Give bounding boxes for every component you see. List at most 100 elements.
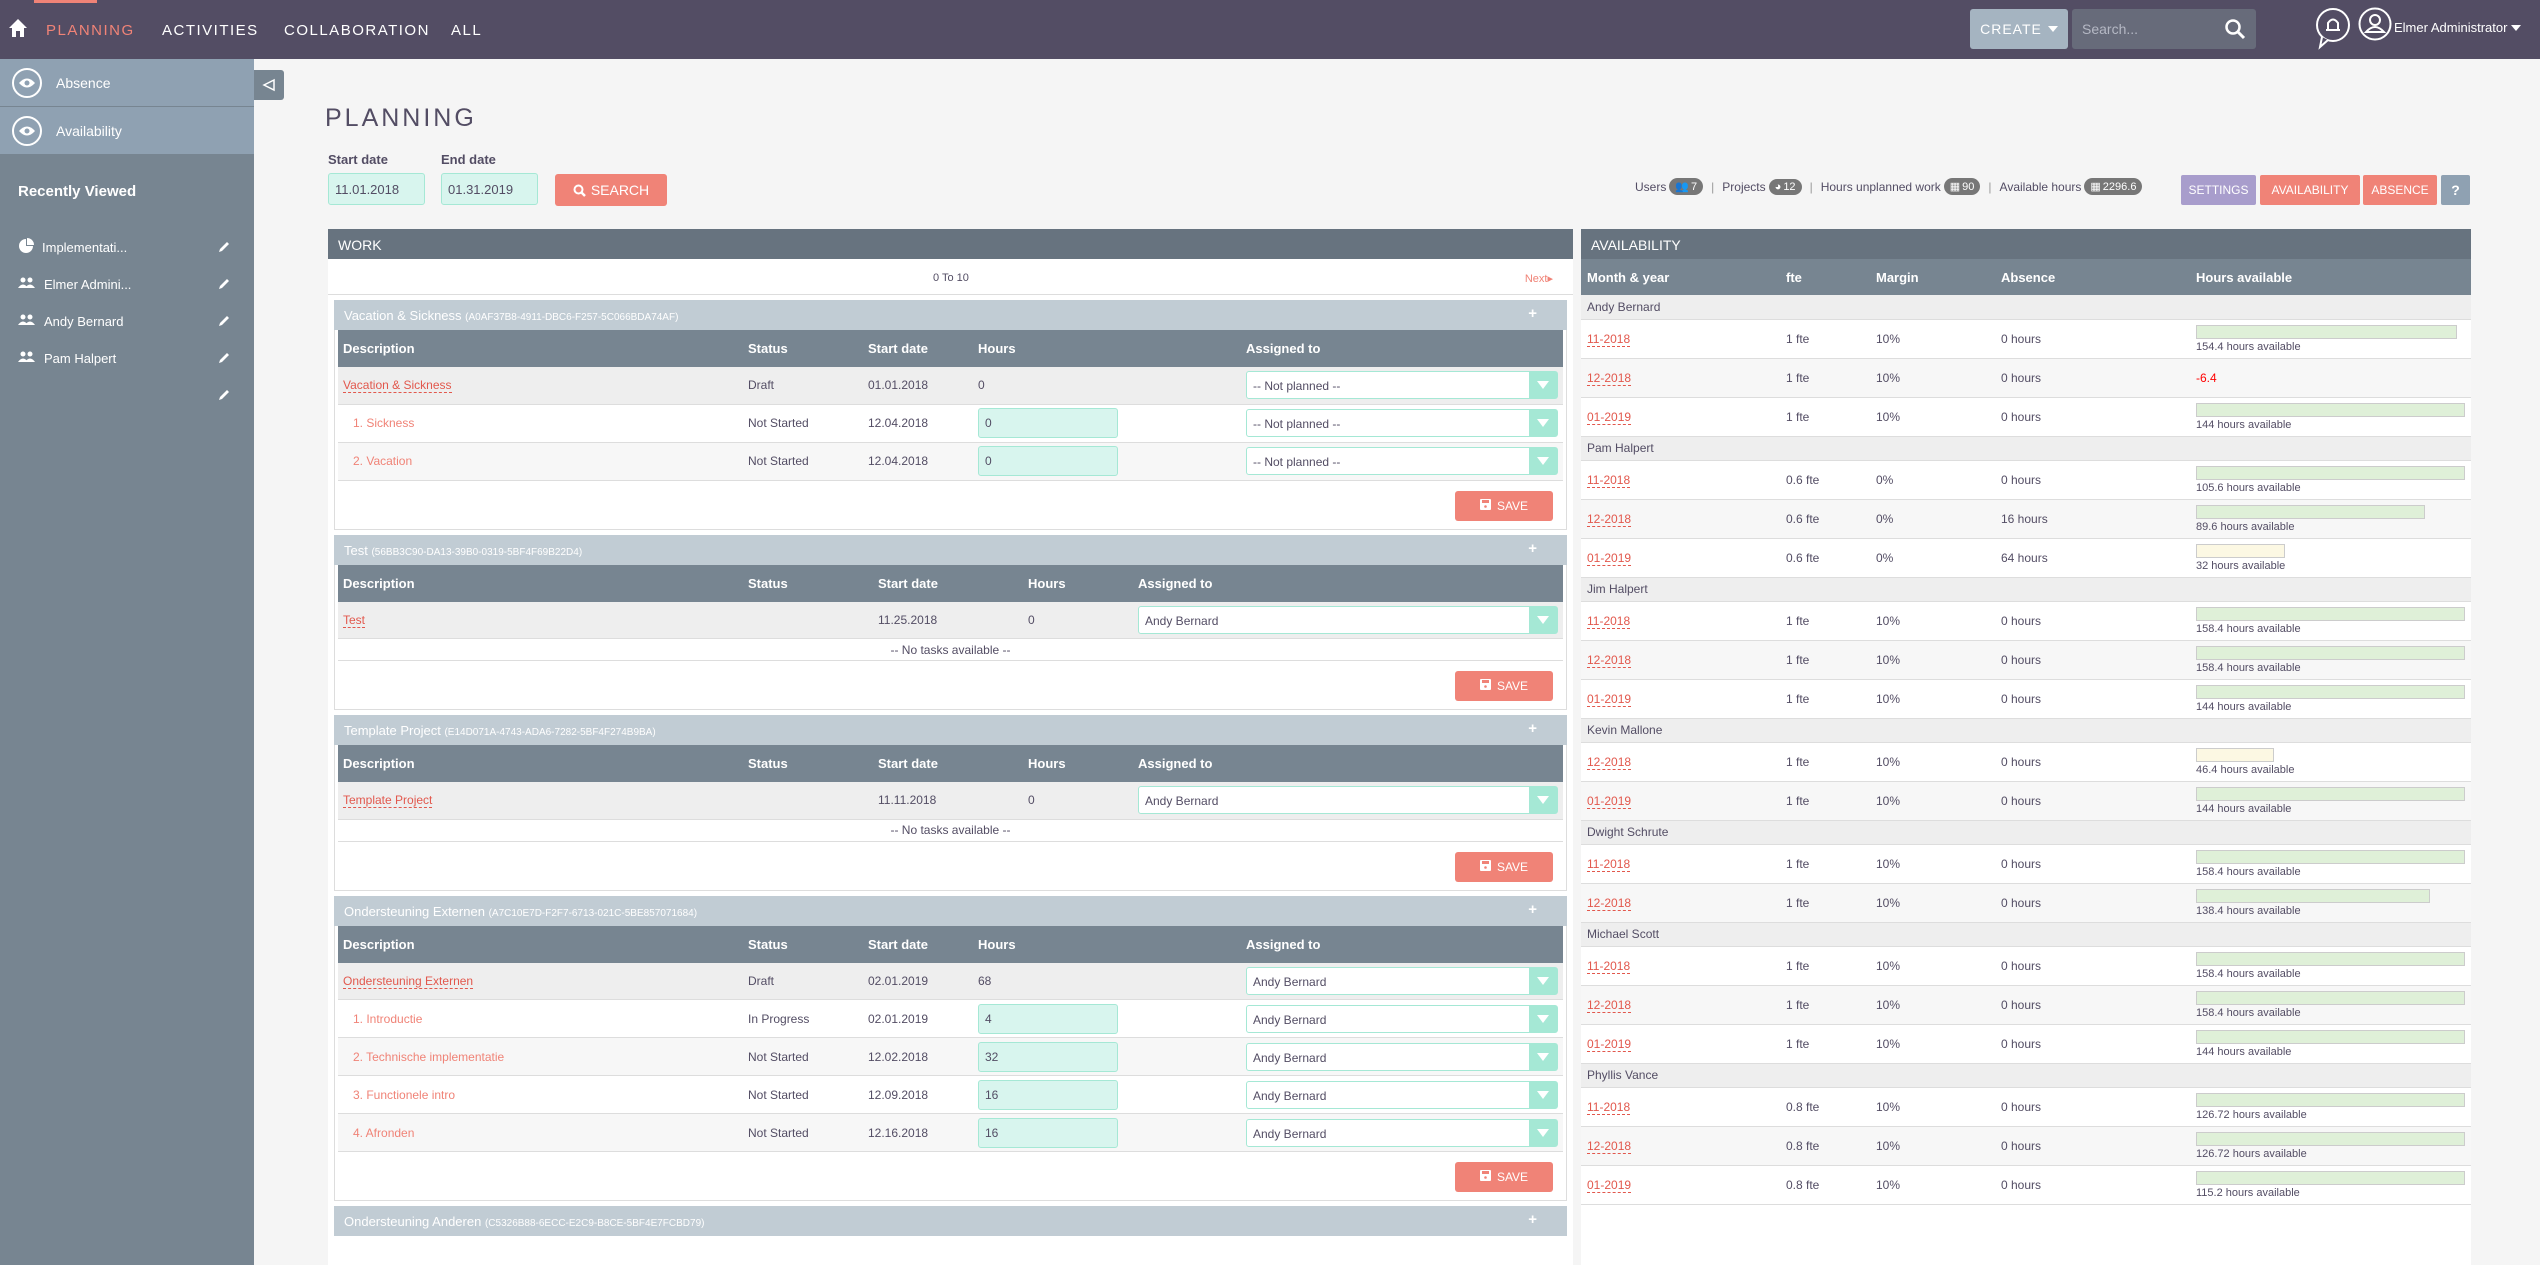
save-button[interactable]: SAVE <box>1455 671 1553 701</box>
sidebar-action-absence[interactable]: Absence <box>0 59 254 107</box>
save-button[interactable]: SAVE <box>1455 490 1553 521</box>
task-link[interactable]: 2. Technische implementatie <box>343 1050 504 1064</box>
availability-button[interactable]: AVAILABILITY <box>2260 175 2360 205</box>
recent-item[interactable] <box>0 377 254 414</box>
month-link[interactable]: 01-2019 <box>1587 793 1632 809</box>
project-header[interactable]: Template Project (E14D071A-4743-ADA6-728… <box>334 715 1567 745</box>
user-menu[interactable]: Elmer Administrator <box>2394 20 2522 35</box>
edit-pencil-icon[interactable] <box>217 388 231 405</box>
hours-input[interactable] <box>978 1003 1118 1034</box>
expand-plus-icon[interactable]: + <box>1528 540 1537 557</box>
sidebar-toggle-button[interactable] <box>254 70 284 100</box>
edit-pencil-icon[interactable] <box>217 314 231 331</box>
settings-button[interactable]: SETTINGS <box>2181 175 2256 205</box>
help-button[interactable]: ? <box>2441 175 2470 205</box>
project-header[interactable]: Ondersteuning Anderen (C5326B88-6ECC-E2C… <box>334 1206 1567 1236</box>
assigned-to-select[interactable]: Andy Bernard <box>1246 1118 1558 1147</box>
task-link[interactable]: 1. Sickness <box>343 416 414 430</box>
expand-plus-icon[interactable]: + <box>1528 901 1537 918</box>
assigned-to-select[interactable]: Andy Bernard <box>1246 1042 1558 1071</box>
project-link[interactable]: Ondersteuning Externen <box>343 973 474 989</box>
hours-input[interactable] <box>978 1079 1118 1110</box>
month-link[interactable]: 01-2019 <box>1587 1177 1632 1193</box>
month-link[interactable]: 01-2019 <box>1587 691 1632 707</box>
month-link[interactable]: 12-2018 <box>1587 1138 1632 1154</box>
sidebar-action-availability[interactable]: Availability <box>0 107 254 155</box>
assigned-to-select[interactable]: Andy Bernard <box>1246 1080 1558 1109</box>
nav-collaboration[interactable]: COLLABORATION <box>284 22 430 39</box>
search-icon[interactable] <box>2224 18 2246 40</box>
month-link[interactable]: 12-2018 <box>1587 754 1632 770</box>
project-link[interactable]: Template Project <box>343 793 433 809</box>
search-button[interactable]: SEARCH <box>555 174 667 206</box>
fte-cell: 1 fte <box>1786 883 1876 923</box>
month-link[interactable]: 12-2018 <box>1587 652 1632 668</box>
assigned-to-select[interactable]: Andy Bernard <box>1246 966 1558 995</box>
edit-pencil-icon[interactable] <box>217 240 231 257</box>
month-link[interactable]: 12-2018 <box>1587 511 1632 527</box>
assigned-to-select[interactable]: Andy Bernard <box>1138 786 1558 815</box>
hours-input[interactable] <box>978 1117 1118 1148</box>
expand-plus-icon[interactable]: + <box>1528 305 1537 322</box>
absence-button[interactable]: ABSENCE <box>2363 175 2437 205</box>
nav-activities[interactable]: ACTIVITIES <box>162 22 259 39</box>
month-link[interactable]: 12-2018 <box>1587 895 1632 911</box>
status-value: Not Started <box>748 416 809 430</box>
assigned-value: Andy Bernard <box>1253 1012 1327 1027</box>
create-button[interactable]: CREATE <box>1970 9 2068 49</box>
end-date-input[interactable] <box>441 173 538 205</box>
assigned-to-select[interactable]: -- Not planned -- <box>1246 371 1558 400</box>
month-link[interactable]: 12-2018 <box>1587 997 1632 1013</box>
project-link[interactable]: Vacation & Sickness <box>343 378 452 394</box>
expand-plus-icon[interactable]: + <box>1528 1211 1537 1228</box>
hours-input[interactable] <box>978 446 1118 476</box>
task-link[interactable]: 1. Introductie <box>343 1012 422 1026</box>
next-page-link[interactable]: Next▸ <box>1525 272 1553 285</box>
assigned-to-select[interactable]: Andy Bernard <box>1246 1004 1558 1033</box>
status-cell: Not Started <box>748 404 868 443</box>
nav-planning[interactable]: PLANNING <box>46 22 135 39</box>
project-header[interactable]: Ondersteuning Externen (A7C10E7D-F2F7-67… <box>334 895 1567 926</box>
month-link[interactable]: 01-2019 <box>1587 1036 1632 1052</box>
start-date-input[interactable] <box>328 173 425 205</box>
availability-row: 12-2018 0.8 fte 10% 0 hours 126.72 hours ava… <box>1581 1126 2471 1166</box>
search-input[interactable] <box>2072 9 2222 49</box>
project-header[interactable]: Vacation & Sickness (A0AF37B8-4911-DBC6-… <box>334 300 1567 330</box>
save-button[interactable]: SAVE <box>1455 851 1553 882</box>
month-link[interactable]: 12-2018 <box>1587 370 1632 386</box>
hours-input[interactable] <box>978 408 1118 438</box>
edit-pencil-icon[interactable] <box>217 351 231 368</box>
users-badge: 👥 7 <box>1669 178 1704 195</box>
column-header: Status <box>748 745 878 782</box>
home-icon[interactable] <box>8 18 28 38</box>
project-header[interactable]: Test (56BB3C90-DA13-39B0-0319-5BF4F69B22… <box>334 534 1567 565</box>
month-link[interactable]: 11-2018 <box>1587 331 1631 347</box>
recent-item[interactable]: Pam Halpert <box>0 340 254 377</box>
recent-item[interactable]: Andy Bernard <box>0 303 254 340</box>
month-link[interactable]: 11-2018 <box>1587 958 1631 974</box>
month-link[interactable]: 11-2018 <box>1587 472 1631 488</box>
hours-value: 0 <box>978 378 985 393</box>
nav-all[interactable]: ALL <box>451 22 482 39</box>
project-link[interactable]: Test <box>343 612 366 628</box>
global-search[interactable] <box>2072 9 2256 49</box>
user-avatar-icon[interactable] <box>2358 7 2392 41</box>
month-link[interactable]: 11-2018 <box>1587 613 1631 629</box>
month-link[interactable]: 01-2019 <box>1587 550 1632 566</box>
assigned-to-select[interactable]: -- Not planned -- <box>1246 409 1558 437</box>
task-link[interactable]: 3. Functionele intro <box>343 1088 455 1102</box>
month-link[interactable]: 01-2019 <box>1587 409 1632 425</box>
hours-input[interactable] <box>978 1041 1118 1072</box>
recent-item[interactable]: Implementati... <box>0 229 254 266</box>
notification-bell-icon[interactable] <box>2314 7 2352 51</box>
edit-pencil-icon[interactable] <box>217 277 231 294</box>
expand-plus-icon[interactable]: + <box>1528 720 1537 737</box>
assigned-to-select[interactable]: -- Not planned -- <box>1246 447 1558 475</box>
task-link[interactable]: 4. Afronden <box>343 1126 414 1140</box>
assigned-to-select[interactable]: Andy Bernard <box>1138 605 1558 634</box>
month-link[interactable]: 11-2018 <box>1587 856 1631 872</box>
month-link[interactable]: 11-2018 <box>1587 1099 1631 1115</box>
save-button[interactable]: SAVE <box>1455 1162 1553 1192</box>
recent-item[interactable]: Elmer Admini... <box>0 266 254 303</box>
task-link[interactable]: 2. Vacation <box>343 454 412 468</box>
